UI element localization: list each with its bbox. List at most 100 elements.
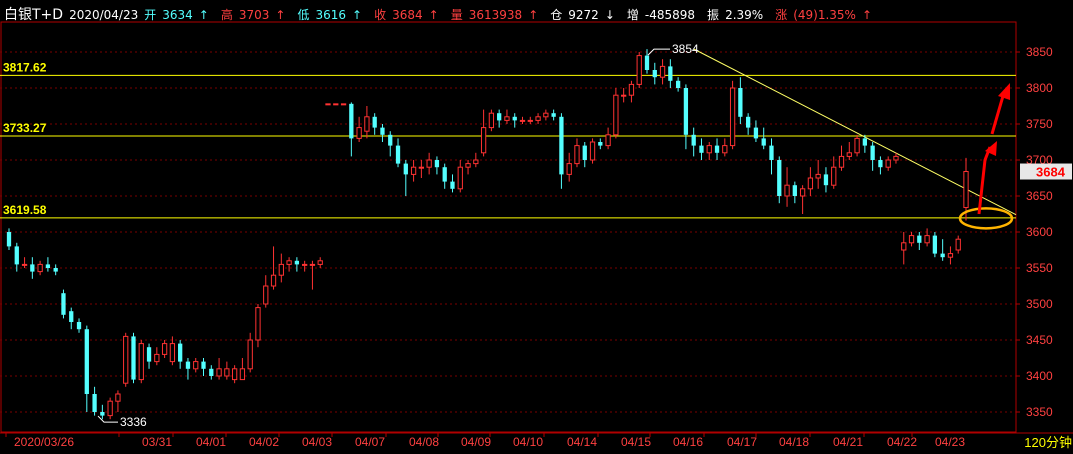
candle-body xyxy=(76,322,82,330)
candle-body xyxy=(480,127,487,154)
rise-arrow-path xyxy=(990,95,1005,135)
candle-body xyxy=(589,141,596,161)
x-tick-label: 04/16 xyxy=(673,435,703,449)
x-tick-label: 04/22 xyxy=(887,435,917,449)
candle-body xyxy=(473,159,479,165)
candle-body xyxy=(209,368,214,376)
level-label: 3733.27 xyxy=(3,121,47,135)
period-label[interactable]: 120分钟 xyxy=(1024,435,1072,450)
candle-body xyxy=(924,235,930,244)
candle-body xyxy=(263,285,269,305)
candle-body xyxy=(675,80,681,88)
candle-body xyxy=(691,134,696,146)
candle-body xyxy=(870,145,875,160)
candle-body xyxy=(434,160,440,168)
candle-body xyxy=(356,127,362,139)
candle-body xyxy=(21,263,28,266)
candle-body xyxy=(92,394,97,412)
candle-body xyxy=(955,238,961,251)
plot-frame xyxy=(0,21,1017,433)
y-tick-label: 3650 xyxy=(1026,189,1053,203)
candle-body xyxy=(761,138,766,146)
candle-body xyxy=(107,400,113,417)
candle-body xyxy=(807,177,814,190)
candle-body xyxy=(84,329,89,394)
candle-body xyxy=(69,311,74,322)
candle-body xyxy=(146,347,152,362)
candle-body xyxy=(231,368,238,381)
candle-body xyxy=(161,343,168,355)
candle-body xyxy=(201,361,206,369)
x-tick-label: 04/03 xyxy=(302,435,332,449)
candle-body xyxy=(559,116,564,175)
rise-arrow-head xyxy=(998,83,1010,100)
candle-body xyxy=(582,145,587,160)
candle-body xyxy=(535,116,541,121)
candle-body xyxy=(169,343,176,363)
candle-body xyxy=(14,246,19,265)
x-tick-label: 04/18 xyxy=(779,435,809,449)
candle-body xyxy=(784,184,790,197)
candle-body xyxy=(410,166,417,175)
y-tick-label: 3600 xyxy=(1026,225,1053,239)
candle-body xyxy=(652,70,657,78)
candle-body xyxy=(885,159,891,168)
candle-body xyxy=(302,263,308,266)
candle-body xyxy=(777,160,782,196)
current-price-label: 3684 xyxy=(1036,165,1066,180)
candle-body xyxy=(178,343,183,362)
candle-body xyxy=(100,412,105,416)
candle-body xyxy=(862,138,867,146)
candle-body xyxy=(6,232,12,247)
x-tick-label: 04/17 xyxy=(727,435,757,449)
x-tick-label: 03/31 xyxy=(142,435,172,449)
candle-body xyxy=(831,166,837,186)
peak-label: 3854 xyxy=(672,42,699,56)
candle-body xyxy=(418,166,425,169)
candle-body xyxy=(340,103,347,106)
candle-body xyxy=(659,65,666,78)
candle-body xyxy=(309,263,316,266)
x-tick-label: 04/14 xyxy=(567,435,597,449)
candle-body xyxy=(519,119,526,122)
x-tick-label: 04/23 xyxy=(935,435,965,449)
candle-body xyxy=(426,159,432,168)
candle-body xyxy=(239,368,246,381)
candle-body xyxy=(668,66,673,81)
candle-body xyxy=(395,145,401,164)
candle-body xyxy=(325,103,331,106)
candle-body xyxy=(512,116,517,121)
candle-body xyxy=(628,83,635,96)
x-tick-label: 04/15 xyxy=(621,435,651,449)
candle-body xyxy=(838,155,845,168)
low-label: 3336 xyxy=(120,415,147,429)
candle-body xyxy=(714,145,720,153)
y-tick-label: 3800 xyxy=(1026,81,1053,95)
candlestick-chart[interactable]: 3850380037503700365036003550350034503400… xyxy=(0,0,1073,454)
candle-body xyxy=(154,353,160,363)
candle-body xyxy=(30,264,35,272)
candle-body xyxy=(224,368,230,377)
candle-body xyxy=(613,94,619,136)
candle-body xyxy=(193,361,199,370)
x-tick-label: 04/01 xyxy=(196,435,226,449)
candle-body xyxy=(465,163,471,168)
y-tick-label: 3850 xyxy=(1026,45,1053,59)
candle-body xyxy=(878,160,883,168)
candle-body xyxy=(247,339,253,370)
y-tick-label: 3750 xyxy=(1026,117,1053,131)
x-tick-label: 04/10 xyxy=(513,435,543,449)
candle-body xyxy=(270,274,277,287)
candle-body xyxy=(286,260,292,265)
candle-body xyxy=(738,88,743,117)
candle-body xyxy=(333,103,339,106)
candle-body xyxy=(131,336,136,380)
candle-body xyxy=(216,368,222,377)
candle-body xyxy=(621,94,627,97)
candle-body xyxy=(442,167,447,182)
candle-body xyxy=(294,260,300,265)
candle-body xyxy=(488,112,495,129)
y-tick-label: 3450 xyxy=(1026,333,1053,347)
y-tick-label: 3350 xyxy=(1026,405,1053,419)
candle-body xyxy=(457,166,463,190)
